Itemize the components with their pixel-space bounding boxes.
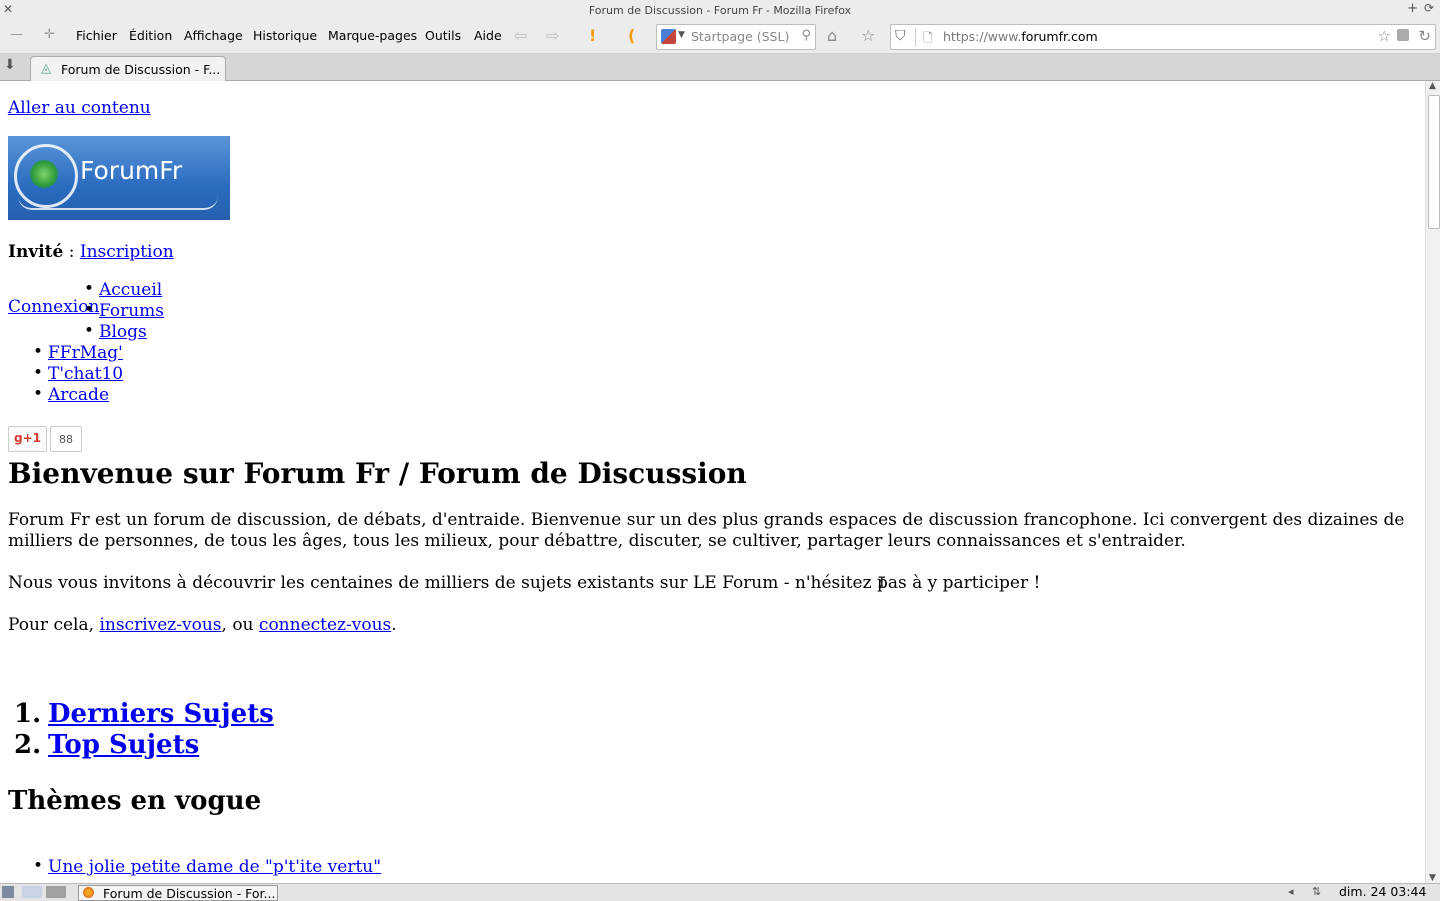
window-maximize-icon[interactable]: ⟳ bbox=[1424, 1, 1434, 15]
page-content: Aller au contenu ForumFr Invité : Inscri… bbox=[0, 81, 1425, 883]
reload-icon[interactable]: ↻ bbox=[1418, 27, 1431, 45]
join-end: . bbox=[391, 615, 397, 635]
guest-label: Invité bbox=[8, 242, 64, 262]
workspace-1[interactable] bbox=[22, 886, 42, 898]
tab-label: Forum de Discussion - F... bbox=[61, 62, 221, 77]
google-plus-button[interactable]: g+1 bbox=[8, 426, 47, 452]
forumfr-logo[interactable]: ForumFr bbox=[8, 136, 230, 220]
tray-arrow-icon[interactable]: ◂ bbox=[1288, 885, 1294, 898]
tray-network-icon[interactable]: ⇅ bbox=[1312, 885, 1321, 898]
window-title-bar: ✕ Forum de Discussion - Forum Fr - Mozil… bbox=[0, 0, 1440, 21]
derniers-sujets-link[interactable]: Derniers Sujets bbox=[48, 699, 274, 729]
menu-bar: — ✛ Fichier Édition Affichage Historique… bbox=[0, 21, 1440, 54]
shield-icon[interactable]: ⛉ bbox=[895, 28, 906, 44]
nav-forums[interactable]: Forums bbox=[84, 300, 164, 321]
clock: dim. 24 03:44 bbox=[1339, 884, 1427, 899]
chevron-down-icon[interactable]: ▼ bbox=[678, 30, 685, 40]
window-title: Forum de Discussion - Forum Fr - Mozilla… bbox=[588, 4, 852, 17]
nav-tchat10[interactable]: T'chat10 bbox=[33, 363, 123, 384]
bookmark-star-icon[interactable]: ☆ bbox=[861, 26, 875, 45]
tab-forum[interactable]: ◬ Forum de Discussion - F... bbox=[30, 56, 226, 81]
intro-paragraph: Forum Fr est un forum de discussion, de … bbox=[8, 510, 1413, 552]
text-cursor-icon: I bbox=[877, 573, 887, 592]
menu-icon[interactable] bbox=[2, 886, 14, 898]
inscription-link[interactable]: Inscription bbox=[80, 242, 174, 262]
menu-aide[interactable]: Aide bbox=[474, 28, 502, 43]
join-middle: , ou bbox=[221, 615, 259, 635]
page-heading: Bienvenue sur Forum Fr / Forum de Discus… bbox=[8, 457, 747, 490]
join-paragraph: Pour cela, inscrivez-vous, ou connectez-… bbox=[8, 615, 1413, 636]
url-domain: forumfr.com bbox=[1021, 29, 1098, 44]
taskbar-window-label: Forum de Discussion - For... bbox=[103, 886, 276, 901]
window-new-icon[interactable]: + bbox=[1407, 1, 1418, 16]
menu-affichage[interactable]: Affichage bbox=[184, 28, 243, 43]
google-plus-count: 88 bbox=[50, 426, 82, 452]
join-prefix: Pour cela, bbox=[8, 615, 100, 635]
invite-paragraph: Nous vous invitons à découvrir les centa… bbox=[8, 573, 1041, 593]
search-placeholder[interactable]: Startpage (SSL) bbox=[691, 29, 789, 44]
list-number-2: 2. bbox=[14, 730, 42, 760]
search-engine-icon[interactable] bbox=[661, 29, 676, 44]
top-sujets-link[interactable]: Top Sujets bbox=[48, 730, 199, 760]
vertical-scrollbar[interactable]: ▲ ▼ bbox=[1425, 81, 1440, 883]
url-text[interactable]: https://www.forumfr.com bbox=[943, 29, 1098, 44]
nav-ffrmag[interactable]: FFrMag' bbox=[33, 342, 123, 363]
back-icon[interactable]: ⇦ bbox=[514, 26, 527, 45]
register-link[interactable]: inscrivez-vous bbox=[99, 615, 221, 635]
menu-marque-pages[interactable]: Marque-pages bbox=[328, 28, 417, 43]
nav-blogs[interactable]: Blogs bbox=[84, 321, 147, 342]
menu-historique[interactable]: Historique bbox=[253, 28, 317, 43]
skip-to-content-link[interactable]: Aller au contenu bbox=[8, 98, 151, 118]
scrollbar-thumb[interactable] bbox=[1428, 95, 1440, 229]
home-icon[interactable]: ⌂ bbox=[827, 26, 837, 45]
tab-bar: ⬇ ◬ Forum de Discussion - F... bbox=[0, 54, 1440, 81]
taskbar-firefox-window[interactable]: Forum de Discussion - For... bbox=[78, 885, 278, 901]
gplus-label: g+1 bbox=[14, 431, 41, 445]
scroll-up-icon[interactable]: ▲ bbox=[1429, 81, 1436, 91]
theme-link[interactable]: Une jolie petite dame de "p't'ite vertu" bbox=[33, 856, 381, 877]
minimize-icon[interactable]: — bbox=[10, 27, 23, 42]
search-box[interactable]: ▼ Startpage (SSL) ⚲ bbox=[656, 24, 816, 50]
logo-globe bbox=[30, 160, 58, 188]
list-number-1: 1. bbox=[14, 699, 42, 729]
download-icon[interactable]: ⬇ bbox=[4, 57, 16, 73]
menu-edition[interactable]: Édition bbox=[129, 28, 172, 43]
search-icon[interactable]: ⚲ bbox=[801, 28, 811, 43]
star-icon[interactable]: ☆ bbox=[1378, 27, 1391, 45]
intro-line-2: milliers de personnes, de tous les âges,… bbox=[8, 531, 1186, 551]
user-separator: : bbox=[63, 242, 80, 262]
firefox-icon bbox=[83, 887, 94, 898]
nav-arcade[interactable]: Arcade bbox=[33, 384, 109, 405]
nav-accueil[interactable]: Accueil bbox=[84, 279, 162, 300]
pocket-icon[interactable] bbox=[1397, 29, 1409, 41]
addon-icon[interactable]: ! bbox=[589, 26, 596, 45]
page-icon: 🗋 bbox=[923, 31, 933, 45]
menu-fichier[interactable]: Fichier bbox=[76, 28, 117, 43]
gplus-count-value: 88 bbox=[59, 433, 73, 446]
favicon-icon: ◬ bbox=[41, 61, 51, 76]
logo-text: ForumFr bbox=[80, 156, 183, 185]
url-prefix: https://www. bbox=[943, 29, 1022, 44]
scroll-down-icon[interactable]: ▼ bbox=[1429, 873, 1436, 883]
move-icon[interactable]: ✛ bbox=[44, 27, 55, 42]
login-link[interactable]: connectez-vous bbox=[259, 615, 391, 635]
taskbar: Forum de Discussion - For... ◂ ⇅ dim. 24… bbox=[0, 883, 1440, 901]
url-divider bbox=[915, 28, 916, 46]
themes-heading: Thèmes en vogue bbox=[8, 786, 262, 816]
user-status: Invité : Inscription bbox=[8, 242, 174, 262]
menu-outils[interactable]: Outils bbox=[425, 28, 461, 43]
logo-swoosh bbox=[18, 196, 218, 210]
intro-line-1: Forum Fr est un forum de discussion, de … bbox=[8, 510, 1405, 530]
forward-icon[interactable]: ⇨ bbox=[546, 26, 559, 45]
workspace-2[interactable] bbox=[46, 886, 66, 898]
url-bar[interactable]: ⛉ 🗋 https://www.forumfr.com ☆ ↻ bbox=[890, 24, 1436, 50]
feed-icon[interactable]: ( bbox=[628, 26, 635, 45]
